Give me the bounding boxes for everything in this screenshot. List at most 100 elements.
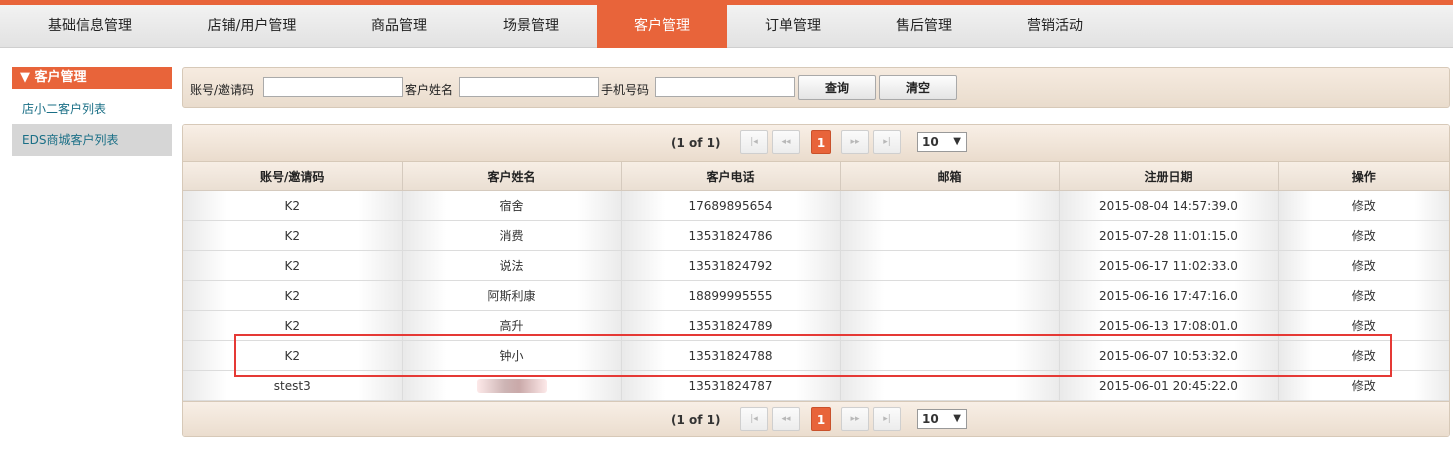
- page-size-value: 10: [922, 412, 939, 426]
- page-number-current[interactable]: 1: [811, 130, 831, 154]
- search-panel: 账号/邀请码 客户姓名 手机号码 查询 清空: [182, 67, 1450, 108]
- page-info: (1 of 1): [671, 136, 721, 150]
- prev-page-icon[interactable]: ◂◂: [772, 130, 800, 154]
- phone-label: 手机号码: [601, 83, 650, 97]
- cell-name: 阿斯利康: [402, 280, 622, 311]
- chevron-down-icon: ▼: [953, 136, 961, 147]
- edit-link[interactable]: 修改: [1278, 280, 1449, 311]
- column-header-register-date[interactable]: 注册日期: [1059, 162, 1279, 191]
- edit-link[interactable]: 修改: [1278, 340, 1449, 371]
- table-row[interactable]: K2 消费 13531824786 2015-07-28 11:01:15.0 …: [183, 220, 1449, 251]
- column-header-name[interactable]: 客户姓名: [402, 162, 622, 191]
- cell-name: 宿舍: [402, 190, 622, 221]
- top-nav: 基础信息管理 店铺/用户管理 商品管理 场景管理 客户管理 订单管理 售后管理 …: [0, 0, 1453, 48]
- cell-account: stest3: [183, 370, 403, 401]
- last-page-icon[interactable]: ▸|: [873, 130, 901, 154]
- sidebar-header[interactable]: ▼ 客户管理: [12, 67, 172, 89]
- cell-account: K2: [183, 220, 403, 251]
- edit-link[interactable]: 修改: [1278, 190, 1449, 221]
- cell-name: 钟小: [402, 340, 622, 371]
- prev-page-icon[interactable]: ◂◂: [772, 407, 800, 431]
- first-page-icon[interactable]: |◂: [740, 407, 768, 431]
- sidebar-item-shop-customers[interactable]: 店小二客户列表: [12, 94, 172, 124]
- table-row[interactable]: K2 宿舍 17689895654 2015-08-04 14:57:39.0 …: [183, 190, 1449, 221]
- edit-link[interactable]: 修改: [1278, 220, 1449, 251]
- cell-name: [402, 370, 622, 401]
- column-header-action: 操作: [1278, 162, 1449, 191]
- phone-input[interactable]: [655, 77, 795, 97]
- nav-item-orders[interactable]: 订单管理: [728, 5, 858, 48]
- nav-item-basic-info[interactable]: 基础信息管理: [25, 5, 155, 48]
- cell-date: 2015-08-04 14:57:39.0: [1059, 190, 1279, 221]
- cell-phone: 13531824787: [621, 370, 841, 401]
- column-header-account[interactable]: 账号/邀请码: [183, 162, 403, 191]
- next-page-icon[interactable]: ▸▸: [841, 407, 869, 431]
- pager-bottom: (1 of 1) |◂ ◂◂ 1 ▸▸ ▸| 10 ▼: [183, 401, 1449, 436]
- page-info: (1 of 1): [671, 413, 721, 427]
- cell-email: [840, 370, 1060, 401]
- page-size-select[interactable]: 10 ▼: [917, 132, 967, 152]
- cell-phone: 13531824788: [621, 340, 841, 371]
- nav-item-after-sales[interactable]: 售后管理: [859, 5, 989, 48]
- nav-item-marketing[interactable]: 营销活动: [990, 5, 1120, 48]
- nav-item-customers[interactable]: 客户管理: [597, 5, 727, 48]
- customer-name-label: 客户姓名: [405, 83, 454, 97]
- clear-button[interactable]: 清空: [879, 75, 957, 100]
- cell-phone: 13531824786: [621, 220, 841, 251]
- redacted-name: [476, 378, 547, 393]
- next-page-icon[interactable]: ▸▸: [841, 130, 869, 154]
- cell-account: K2: [183, 310, 403, 341]
- account-input[interactable]: [263, 77, 403, 97]
- cell-phone: 13531824789: [621, 310, 841, 341]
- cell-email: [840, 280, 1060, 311]
- edit-link[interactable]: 修改: [1278, 250, 1449, 281]
- cell-account: K2: [183, 280, 403, 311]
- table-row[interactable]: K2 说法 13531824792 2015-06-17 11:02:33.0 …: [183, 250, 1449, 281]
- table-row[interactable]: stest3 13531824787 2015-06-01 20:45:22.0…: [183, 370, 1449, 401]
- cell-date: 2015-06-17 11:02:33.0: [1059, 250, 1279, 281]
- customer-name-input[interactable]: [459, 77, 599, 97]
- edit-link[interactable]: 修改: [1278, 310, 1449, 341]
- cell-name: 说法: [402, 250, 622, 281]
- table-row[interactable]: K2 钟小 13531824788 2015-06-07 10:53:32.0 …: [183, 340, 1449, 371]
- last-page-icon[interactable]: ▸|: [873, 407, 901, 431]
- column-header-email[interactable]: 邮箱: [840, 162, 1060, 191]
- column-header-phone[interactable]: 客户电话: [621, 162, 841, 191]
- cell-date: 2015-07-28 11:01:15.0: [1059, 220, 1279, 251]
- cell-name: 消费: [402, 220, 622, 251]
- first-page-icon[interactable]: |◂: [740, 130, 768, 154]
- cell-email: [840, 310, 1060, 341]
- cell-email: [840, 220, 1060, 251]
- nav-item-scenes[interactable]: 场景管理: [466, 5, 596, 48]
- table-row[interactable]: K2 阿斯利康 18899995555 2015-06-16 17:47:16.…: [183, 280, 1449, 311]
- cell-account: K2: [183, 250, 403, 281]
- cell-phone: 17689895654: [621, 190, 841, 221]
- page-number-current[interactable]: 1: [811, 407, 831, 431]
- customer-table: 账号/邀请码 客户姓名 客户电话 邮箱 注册日期 操作 K2 宿舍 176898…: [183, 162, 1449, 401]
- nav-item-products[interactable]: 商品管理: [334, 5, 464, 48]
- cell-date: 2015-06-13 17:08:01.0: [1059, 310, 1279, 341]
- cell-name: 高升: [402, 310, 622, 341]
- cell-phone: 13531824792: [621, 250, 841, 281]
- account-label: 账号/邀请码: [190, 83, 255, 97]
- customer-grid: (1 of 1) |◂ ◂◂ 1 ▸▸ ▸| 10 ▼ 账号/邀请码 客户姓名 …: [182, 124, 1450, 437]
- page-size-select[interactable]: 10 ▼: [917, 409, 967, 429]
- cell-date: 2015-06-16 17:47:16.0: [1059, 280, 1279, 311]
- cell-date: 2015-06-01 20:45:22.0: [1059, 370, 1279, 401]
- cell-email: [840, 190, 1060, 221]
- cell-phone: 18899995555: [621, 280, 841, 311]
- sidebar-item-eds-customers[interactable]: EDS商城客户列表: [12, 124, 172, 156]
- nav-item-store-user[interactable]: 店铺/用户管理: [187, 5, 317, 48]
- cell-date: 2015-06-07 10:53:32.0: [1059, 340, 1279, 371]
- cell-account: K2: [183, 190, 403, 221]
- table-row[interactable]: K2 高升 13531824789 2015-06-13 17:08:01.0 …: [183, 310, 1449, 341]
- cell-account: K2: [183, 340, 403, 371]
- page-size-value: 10: [922, 135, 939, 149]
- edit-link[interactable]: 修改: [1278, 370, 1449, 401]
- table-header-row: 账号/邀请码 客户姓名 客户电话 邮箱 注册日期 操作: [183, 162, 1449, 191]
- query-button[interactable]: 查询: [798, 75, 876, 100]
- chevron-down-icon: ▼: [953, 413, 961, 424]
- pager-top: (1 of 1) |◂ ◂◂ 1 ▸▸ ▸| 10 ▼: [183, 125, 1449, 162]
- cell-email: [840, 340, 1060, 371]
- cell-email: [840, 250, 1060, 281]
